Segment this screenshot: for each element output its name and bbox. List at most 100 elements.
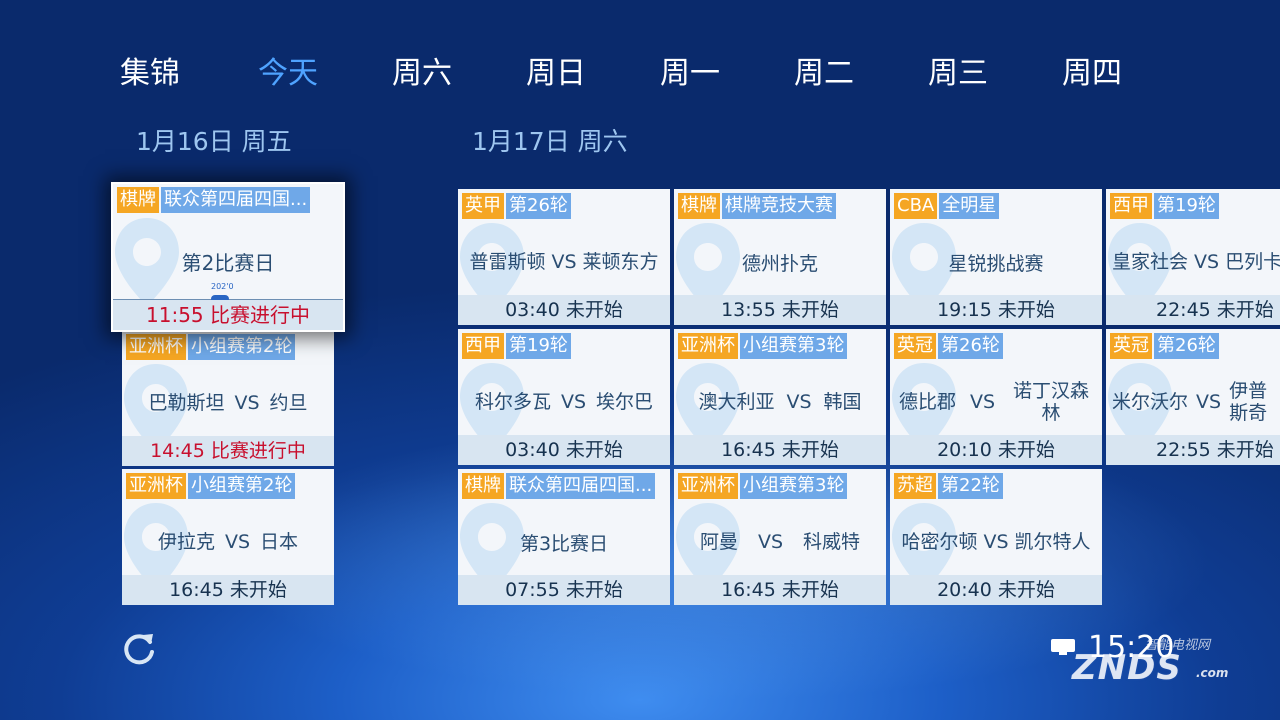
tab-highlights[interactable]: 集锦 bbox=[120, 52, 240, 96]
match-tags: 英冠 第26轮 bbox=[894, 333, 1100, 359]
category-tag: 亚洲杯 bbox=[126, 473, 186, 499]
round-tag: 联众第四届四国... bbox=[161, 187, 311, 213]
match-card-derby-forest[interactable]: 英冠 第26轮 德比郡 VS 诺丁汉森林 20:10 未开始 bbox=[890, 329, 1102, 465]
match-card-game-day-3[interactable]: 棋牌 联众第四届四国... 第3比赛日 07:55 未开始 bbox=[458, 469, 670, 605]
match-tags: 西甲 第19轮 bbox=[462, 333, 668, 359]
vs-label: VS bbox=[757, 531, 784, 553]
match-teams: 星锐挑战赛 bbox=[890, 237, 1102, 287]
category-tag: 西甲 bbox=[1110, 193, 1152, 219]
match-card-australia-korea[interactable]: 亚洲杯 小组赛第3轮 澳大利亚 VS 韩国 16:45 未开始 bbox=[674, 329, 886, 465]
match-status: 03:40 未开始 bbox=[458, 295, 670, 325]
round-tag: 全明星 bbox=[939, 193, 1000, 219]
match-tags: 亚洲杯 小组赛第2轮 bbox=[126, 334, 332, 360]
home-team: 哈密尔顿 bbox=[901, 531, 978, 553]
match-card-iraq-japan[interactable]: 亚洲杯 小组赛第2轮 伊拉克 VS 日本 16:45 未开始 bbox=[122, 469, 334, 605]
round-tag: 第19轮 bbox=[1154, 193, 1219, 219]
round-tag: 小组赛第3轮 bbox=[740, 473, 848, 499]
match-card-millwall-ipswich[interactable]: 英冠 第26轮 米尔沃尔 VS 伊普斯奇 22:55 未开始 bbox=[1106, 329, 1280, 465]
vs-label: VS bbox=[786, 391, 812, 413]
round-tag: 小组赛第2轮 bbox=[188, 473, 296, 499]
match-status: 22:55 未开始 bbox=[1106, 435, 1280, 465]
round-tag: 小组赛第3轮 bbox=[740, 333, 848, 359]
vs-label: VS bbox=[1196, 391, 1222, 413]
match-card-focused-game-day-2[interactable]: 棋牌 联众第四届四国... 第2比赛日 202'0 11:55 比赛进行中 bbox=[111, 182, 345, 332]
watermark-domain: .com bbox=[1196, 666, 1229, 680]
category-tag: CBA bbox=[894, 193, 938, 219]
match-status: 16:45 未开始 bbox=[122, 575, 334, 605]
match-status: 20:10 未开始 bbox=[890, 435, 1102, 465]
home-team: 澳大利亚 bbox=[698, 391, 775, 413]
match-tags: 亚洲杯 小组赛第3轮 bbox=[678, 333, 884, 359]
category-tag: 英冠 bbox=[1110, 333, 1152, 359]
away-team: 日本 bbox=[260, 531, 299, 553]
match-tags: 英冠 第26轮 bbox=[1110, 333, 1278, 359]
away-team: 韩国 bbox=[823, 391, 862, 413]
date-heading-day1: 1月16日 周五 bbox=[136, 127, 292, 156]
home-team: 皇家社会 bbox=[1112, 251, 1189, 273]
match-card-palestine-jordan[interactable]: 亚洲杯 小组赛第2轮 巴勒斯坦 VS 约旦 14:45 比赛进行中 bbox=[122, 330, 334, 466]
match-status: 03:40 未开始 bbox=[458, 435, 670, 465]
match-card-preston-leyton[interactable]: 英甲 第26轮 普雷斯顿 VS 莱顿东方 03:40 未开始 bbox=[458, 189, 670, 325]
match-card-cordoba-eibar[interactable]: 西甲 第19轮 科尔多瓦 VS 埃尔巴 03:40 未开始 bbox=[458, 329, 670, 465]
tab-monday[interactable]: 周一 bbox=[660, 52, 780, 96]
match-tags: 英甲 第26轮 bbox=[462, 193, 668, 219]
match-tags: 亚洲杯 小组赛第2轮 bbox=[126, 473, 332, 499]
match-tags: 棋牌 联众第四届四国... bbox=[117, 187, 341, 213]
match-teams: 阿曼 VS 科威特 bbox=[674, 517, 886, 567]
tab-sunday[interactable]: 周日 bbox=[526, 52, 646, 96]
match-tags: 棋牌 棋牌竞技大赛 bbox=[678, 193, 884, 219]
round-tag: 小组赛第2轮 bbox=[188, 334, 296, 360]
match-tags: 棋牌 联众第四届四国... bbox=[462, 473, 668, 499]
vs-label: VS bbox=[551, 251, 577, 273]
match-status: 07:55 未开始 bbox=[458, 575, 670, 605]
match-teams: 巴勒斯坦 VS 约旦 bbox=[122, 378, 334, 428]
category-tag: 亚洲杯 bbox=[126, 334, 186, 360]
home-team: 科尔多瓦 bbox=[474, 391, 551, 413]
match-tags: CBA 全明星 bbox=[894, 193, 1100, 219]
match-title: 星锐挑战赛 bbox=[948, 252, 1044, 275]
home-team: 巴勒斯坦 bbox=[148, 392, 225, 414]
match-tags: 亚洲杯 小组赛第3轮 bbox=[678, 473, 884, 499]
away-team: 凯尔特人 bbox=[1014, 531, 1091, 553]
tab-saturday[interactable]: 周六 bbox=[392, 52, 512, 96]
home-team: 德比郡 bbox=[898, 391, 956, 413]
vs-label: VS bbox=[1194, 251, 1220, 273]
tab-today[interactable]: 今天 bbox=[258, 52, 378, 96]
match-teams: 皇家社会 VS 巴列卡 bbox=[1112, 237, 1280, 287]
match-card-hamilton-celtic[interactable]: 苏超 第22轮 哈密尔顿 VS 凯尔特人 20:40 未开始 bbox=[890, 469, 1102, 605]
match-teams: 第3比赛日 bbox=[458, 517, 670, 567]
match-status: 16:45 未开始 bbox=[674, 435, 886, 465]
match-status: 20:40 未开始 bbox=[890, 575, 1102, 605]
tab-thursday[interactable]: 周四 bbox=[1062, 52, 1182, 96]
match-status: 19:15 未开始 bbox=[890, 295, 1102, 325]
category-tag: 英甲 bbox=[462, 193, 504, 219]
round-tag: 棋牌竞技大赛 bbox=[722, 193, 836, 219]
round-tag: 第26轮 bbox=[938, 333, 1003, 359]
round-tag: 第22轮 bbox=[938, 473, 1003, 499]
match-teams: 普雷斯顿 VS 莱顿东方 bbox=[458, 237, 670, 287]
match-teams: 哈密尔顿 VS 凯尔特人 bbox=[890, 517, 1102, 567]
refresh-icon[interactable] bbox=[120, 630, 158, 668]
home-team: 伊拉克 bbox=[157, 531, 215, 553]
vs-label: VS bbox=[983, 531, 1009, 553]
match-status: 14:45 比赛进行中 bbox=[122, 436, 334, 466]
match-teams: 科尔多瓦 VS 埃尔巴 bbox=[458, 377, 670, 427]
tab-tuesday[interactable]: 周二 bbox=[794, 52, 914, 96]
category-tag: 苏超 bbox=[894, 473, 936, 499]
home-team: 阿曼 bbox=[699, 531, 738, 553]
match-card-oman-kuwait[interactable]: 亚洲杯 小组赛第3轮 阿曼 VS 科威特 16:45 未开始 bbox=[674, 469, 886, 605]
match-teams: 第2比赛日 bbox=[113, 236, 343, 286]
vs-label: VS bbox=[224, 531, 251, 553]
vs-label: VS bbox=[969, 391, 996, 413]
match-teams: 伊拉克 VS 日本 bbox=[122, 517, 334, 567]
date-heading-day2: 1月17日 周六 bbox=[472, 127, 628, 156]
match-card-texas-holdem[interactable]: 棋牌 棋牌竞技大赛 德州扑克 13:55 未开始 bbox=[674, 189, 886, 325]
vs-label: VS bbox=[560, 391, 587, 413]
home-team: 米尔沃尔 bbox=[1112, 391, 1189, 413]
away-team: 巴列卡 bbox=[1225, 251, 1280, 273]
match-card-real-sociedad-vallecano[interactable]: 西甲 第19轮 皇家社会 VS 巴列卡 22:45 未开始 bbox=[1106, 189, 1280, 325]
tab-wednesday[interactable]: 周三 bbox=[928, 52, 1048, 96]
match-title: 德州扑克 bbox=[741, 252, 818, 275]
match-card-cba-rising-stars[interactable]: CBA 全明星 星锐挑战赛 19:15 未开始 bbox=[890, 189, 1102, 325]
match-title: 第3比赛日 bbox=[519, 532, 609, 555]
